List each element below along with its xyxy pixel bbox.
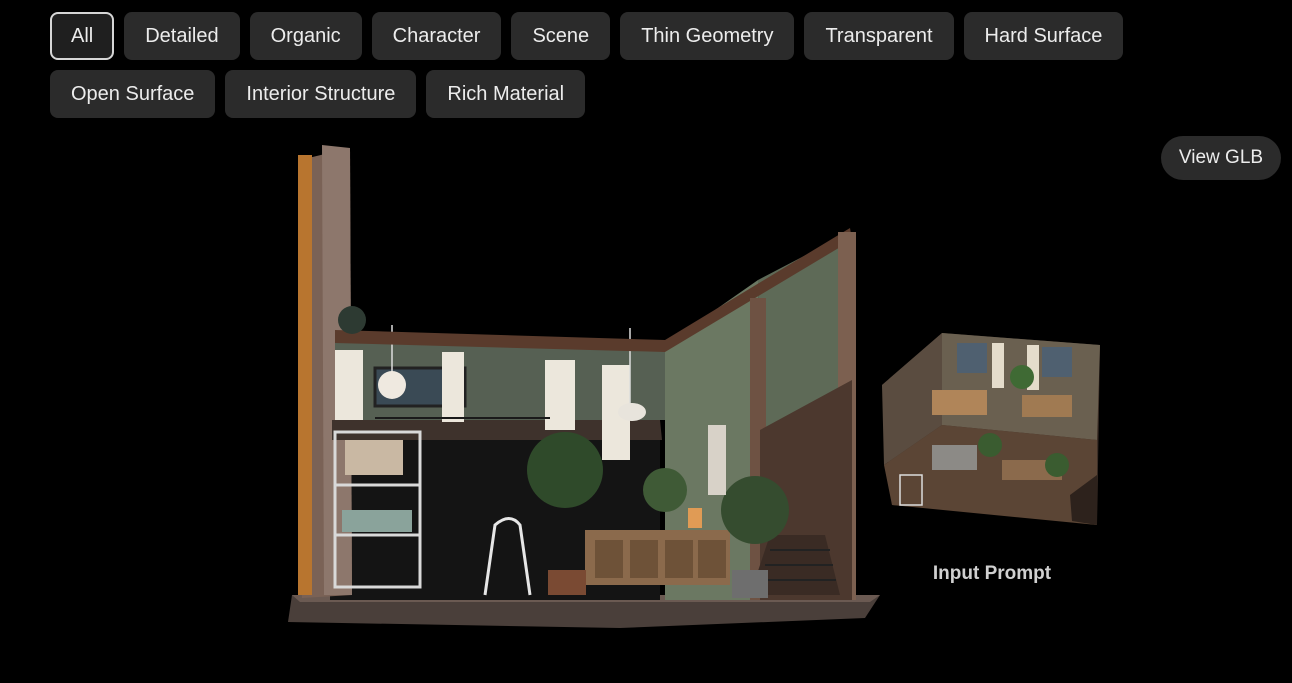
page: All Detailed Organic Character Scene Thi…	[0, 0, 1292, 683]
filter-chip-character[interactable]: Character	[371, 12, 502, 60]
filter-row-1: All Detailed Organic Character Scene Thi…	[50, 12, 1230, 60]
view-glb-button[interactable]: View GLB	[1161, 136, 1281, 180]
filter-chip-detailed[interactable]: Detailed	[124, 12, 240, 60]
filter-chip-hard-surface[interactable]: Hard Surface	[963, 12, 1124, 60]
filter-chip-rich-material[interactable]: Rich Material	[426, 70, 586, 118]
filter-chip-open-surface[interactable]: Open Surface	[50, 70, 216, 118]
input-prompt-thumbnail[interactable]	[872, 325, 1108, 535]
filter-chip-thin-geometry[interactable]: Thin Geometry	[620, 12, 795, 60]
filter-chip-all[interactable]: All	[50, 12, 115, 60]
input-prompt-label: Input Prompt	[932, 563, 1052, 584]
filter-chip-interior-structure[interactable]: Interior Structure	[225, 70, 417, 118]
filter-chip-scene[interactable]: Scene	[511, 12, 611, 60]
filter-chip-transparent[interactable]: Transparent	[804, 12, 954, 60]
filter-row-2: Open Surface Interior Structure Rich Mat…	[50, 70, 1230, 118]
generated-3d-scene-render[interactable]	[280, 140, 890, 635]
filter-chip-organic[interactable]: Organic	[249, 12, 362, 60]
category-filter-bar: All Detailed Organic Character Scene Thi…	[50, 12, 1230, 118]
